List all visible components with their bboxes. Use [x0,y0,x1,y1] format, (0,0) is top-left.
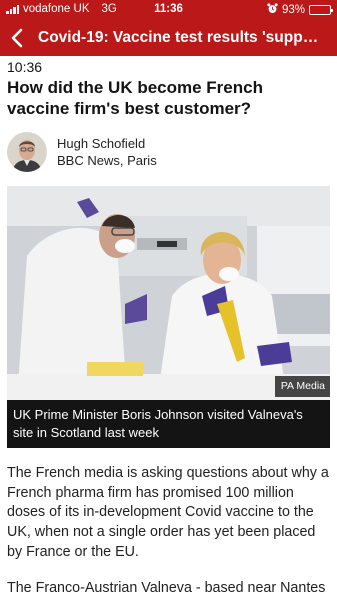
article-photo[interactable] [7,186,330,400]
battery-icon [309,5,333,15]
battery-percent: 93% [281,4,305,16]
article-headline: How did the UK become French vaccine fir… [7,78,263,118]
author-name: Hugh Schofield [57,136,146,151]
author-location: BBC News, Paris [57,153,157,168]
article-timestamp: 10:36 [7,59,43,75]
photo-caption: UK Prime Minister Boris Johnson visited … [13,407,303,440]
alarm-clock-icon [267,3,278,17]
status-bar: vodafone UK 3G 11:36 93% [0,0,337,20]
photo-credit: PA Media [274,376,330,397]
back-button[interactable] [0,20,34,56]
author-avatar [7,132,47,172]
status-bar-right: 93% [267,3,333,17]
author-byline[interactable]: Hugh Schofield BBC News, Paris [7,129,330,175]
article-paragraph: The Franco-Austrian Valneva - based near… [7,579,326,596]
article-body: The French media is asking questions abo… [7,464,330,598]
chevron-left-icon [11,28,23,48]
article-content: 10:36 How did the UK become French vacci… [7,56,330,600]
article-paragraph: The French media is asking questions abo… [7,465,329,560]
top-nav-bar: Covid-19: Vaccine test results 'suppo... [0,20,337,56]
article-figure: PA Media UK Prime Minister Boris Johnson… [7,186,330,448]
author-info: Hugh Schofield BBC News, Paris [57,135,157,169]
nav-title: Covid-19: Vaccine test results 'suppo... [38,29,324,46]
